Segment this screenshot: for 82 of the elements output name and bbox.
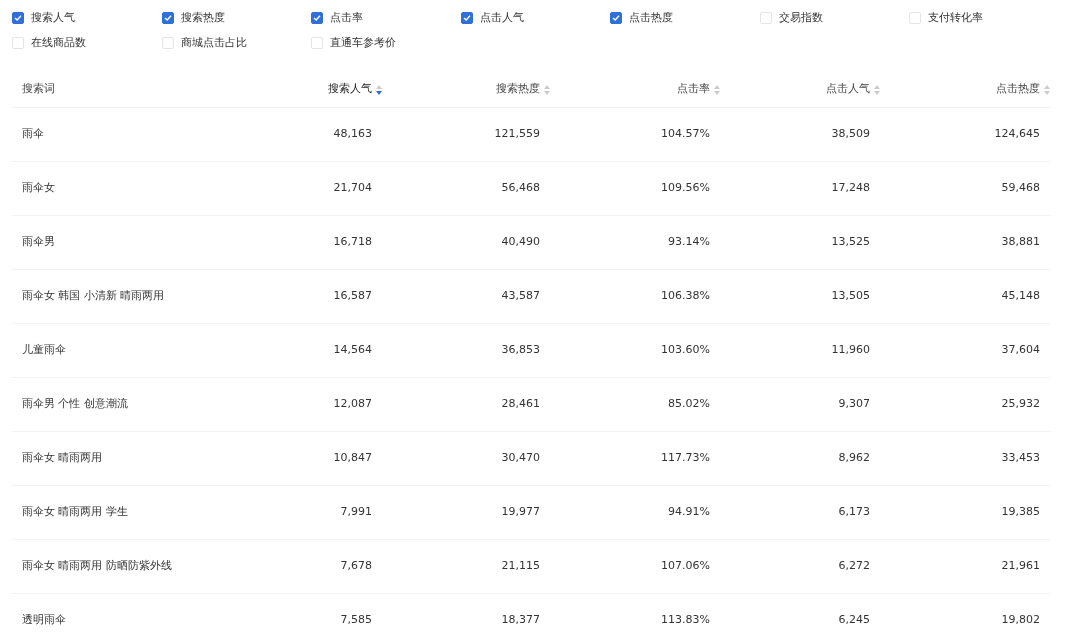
table-cell: 7,991 [340, 504, 372, 521]
table-cell: 19,977 [501, 504, 540, 521]
table-cell: 36,853 [501, 342, 540, 359]
table-cell: 12,087 [333, 396, 372, 413]
table-cell: 56,468 [501, 180, 540, 197]
table-cell: 28,461 [501, 396, 540, 413]
table-cell: 13,505 [831, 288, 870, 305]
table-cell: 117.73% [661, 450, 710, 467]
table-cell: 6,272 [838, 558, 870, 575]
checkbox[interactable] [311, 12, 323, 24]
search-term: 雨伞女 [22, 180, 55, 197]
table-cell: 106.38% [661, 288, 710, 305]
checkbox-label[interactable]: 搜索人气 [31, 9, 75, 27]
table-cell: 109.56% [661, 180, 710, 197]
table-cell: 21,115 [501, 558, 540, 575]
checkbox[interactable] [12, 12, 24, 24]
column-header[interactable]: 点击人气 [826, 81, 870, 98]
search-term: 雨伞女 韩国 小清新 晴雨两用 [22, 288, 165, 305]
table-cell: 43,587 [501, 288, 540, 305]
checkbox-label[interactable]: 点击人气 [479, 9, 524, 27]
table-cell: 21,961 [1001, 558, 1040, 575]
search-term: 雨伞男 个性 创意潮流 [22, 396, 128, 413]
table-cell: 17,248 [831, 180, 870, 197]
table-cell: 18,377 [501, 612, 540, 629]
table-cell: 6,245 [838, 612, 870, 629]
column-header[interactable]: 搜索人气 [328, 81, 372, 98]
table-cell: 40,490 [501, 234, 540, 251]
checkbox-label[interactable]: 直通车参考价 [330, 34, 396, 52]
table-cell: 16,718 [333, 234, 372, 251]
table-cell: 8,962 [838, 450, 870, 467]
table-cell: 13,525 [831, 234, 870, 251]
checkbox[interactable] [161, 12, 174, 24]
table-cell: 25,932 [1001, 396, 1040, 413]
column-header[interactable]: 点击率 [677, 81, 710, 98]
table-cell: 59,468 [1001, 180, 1040, 197]
search-term: 透明雨伞 [22, 612, 66, 629]
table-cell: 9,307 [838, 396, 870, 413]
checkbox-label[interactable]: 支付转化率 [928, 9, 983, 27]
table-cell: 38,881 [1001, 234, 1040, 251]
table-cell: 16,587 [333, 288, 372, 305]
table-cell: 7,585 [340, 612, 372, 629]
checkbox[interactable] [610, 12, 622, 24]
sort-icon[interactable] [376, 84, 382, 95]
table-cell: 103.60% [661, 342, 710, 359]
table-cell: 10,847 [333, 450, 372, 467]
table-cell: 21,704 [333, 180, 372, 197]
table-cell: 113.83% [661, 612, 710, 629]
table-cell: 85.02% [668, 396, 710, 413]
table-cell: 33,453 [1001, 450, 1040, 467]
checkbox-label[interactable]: 搜索热度 [180, 9, 225, 27]
search-term: 雨伞女 晴雨两用 学生 [22, 504, 128, 521]
table-cell: 6,173 [838, 504, 870, 521]
table-cell: 38,509 [831, 126, 870, 143]
table-cell: 45,148 [1001, 288, 1040, 305]
table-cell: 37,604 [1001, 342, 1040, 359]
table-cell: 93.14% [668, 234, 710, 251]
table-cell: 124,645 [994, 126, 1040, 143]
checkbox-label[interactable]: 在线商品数 [31, 34, 86, 52]
table-cell: 104.57% [661, 126, 710, 143]
table-cell: 19,385 [1001, 504, 1040, 521]
search-term: 儿童雨伞 [22, 342, 66, 359]
checkbox-label[interactable]: 点击率 [330, 9, 363, 27]
table-cell: 14,564 [333, 342, 372, 359]
search-term: 雨伞女 晴雨两用 [22, 450, 103, 467]
table-cell: 7,678 [340, 558, 372, 575]
search-term: 雨伞女 晴雨两用 防晒防紫外线 [22, 558, 172, 575]
search-term: 雨伞男 [22, 234, 55, 251]
column-header[interactable]: 点击热度 [996, 81, 1040, 98]
table-cell: 48,163 [333, 126, 372, 143]
table-cell: 19,802 [1001, 612, 1040, 629]
checkbox[interactable] [460, 12, 473, 24]
table-cell: 30,470 [501, 450, 540, 467]
checkbox-label[interactable]: 交易指数 [778, 9, 823, 27]
search-term: 雨伞 [22, 126, 44, 143]
checkbox-label[interactable]: 商城点击占比 [180, 34, 247, 52]
table-cell: 107.06% [661, 558, 710, 575]
column-header[interactable]: 搜索热度 [496, 81, 540, 98]
table-cell: 11,960 [831, 342, 870, 359]
column-header: 搜索词 [22, 81, 55, 98]
table-cell: 94.91% [668, 504, 710, 521]
checkbox-label[interactable]: 点击热度 [629, 9, 673, 27]
table-cell: 121,559 [494, 126, 540, 143]
